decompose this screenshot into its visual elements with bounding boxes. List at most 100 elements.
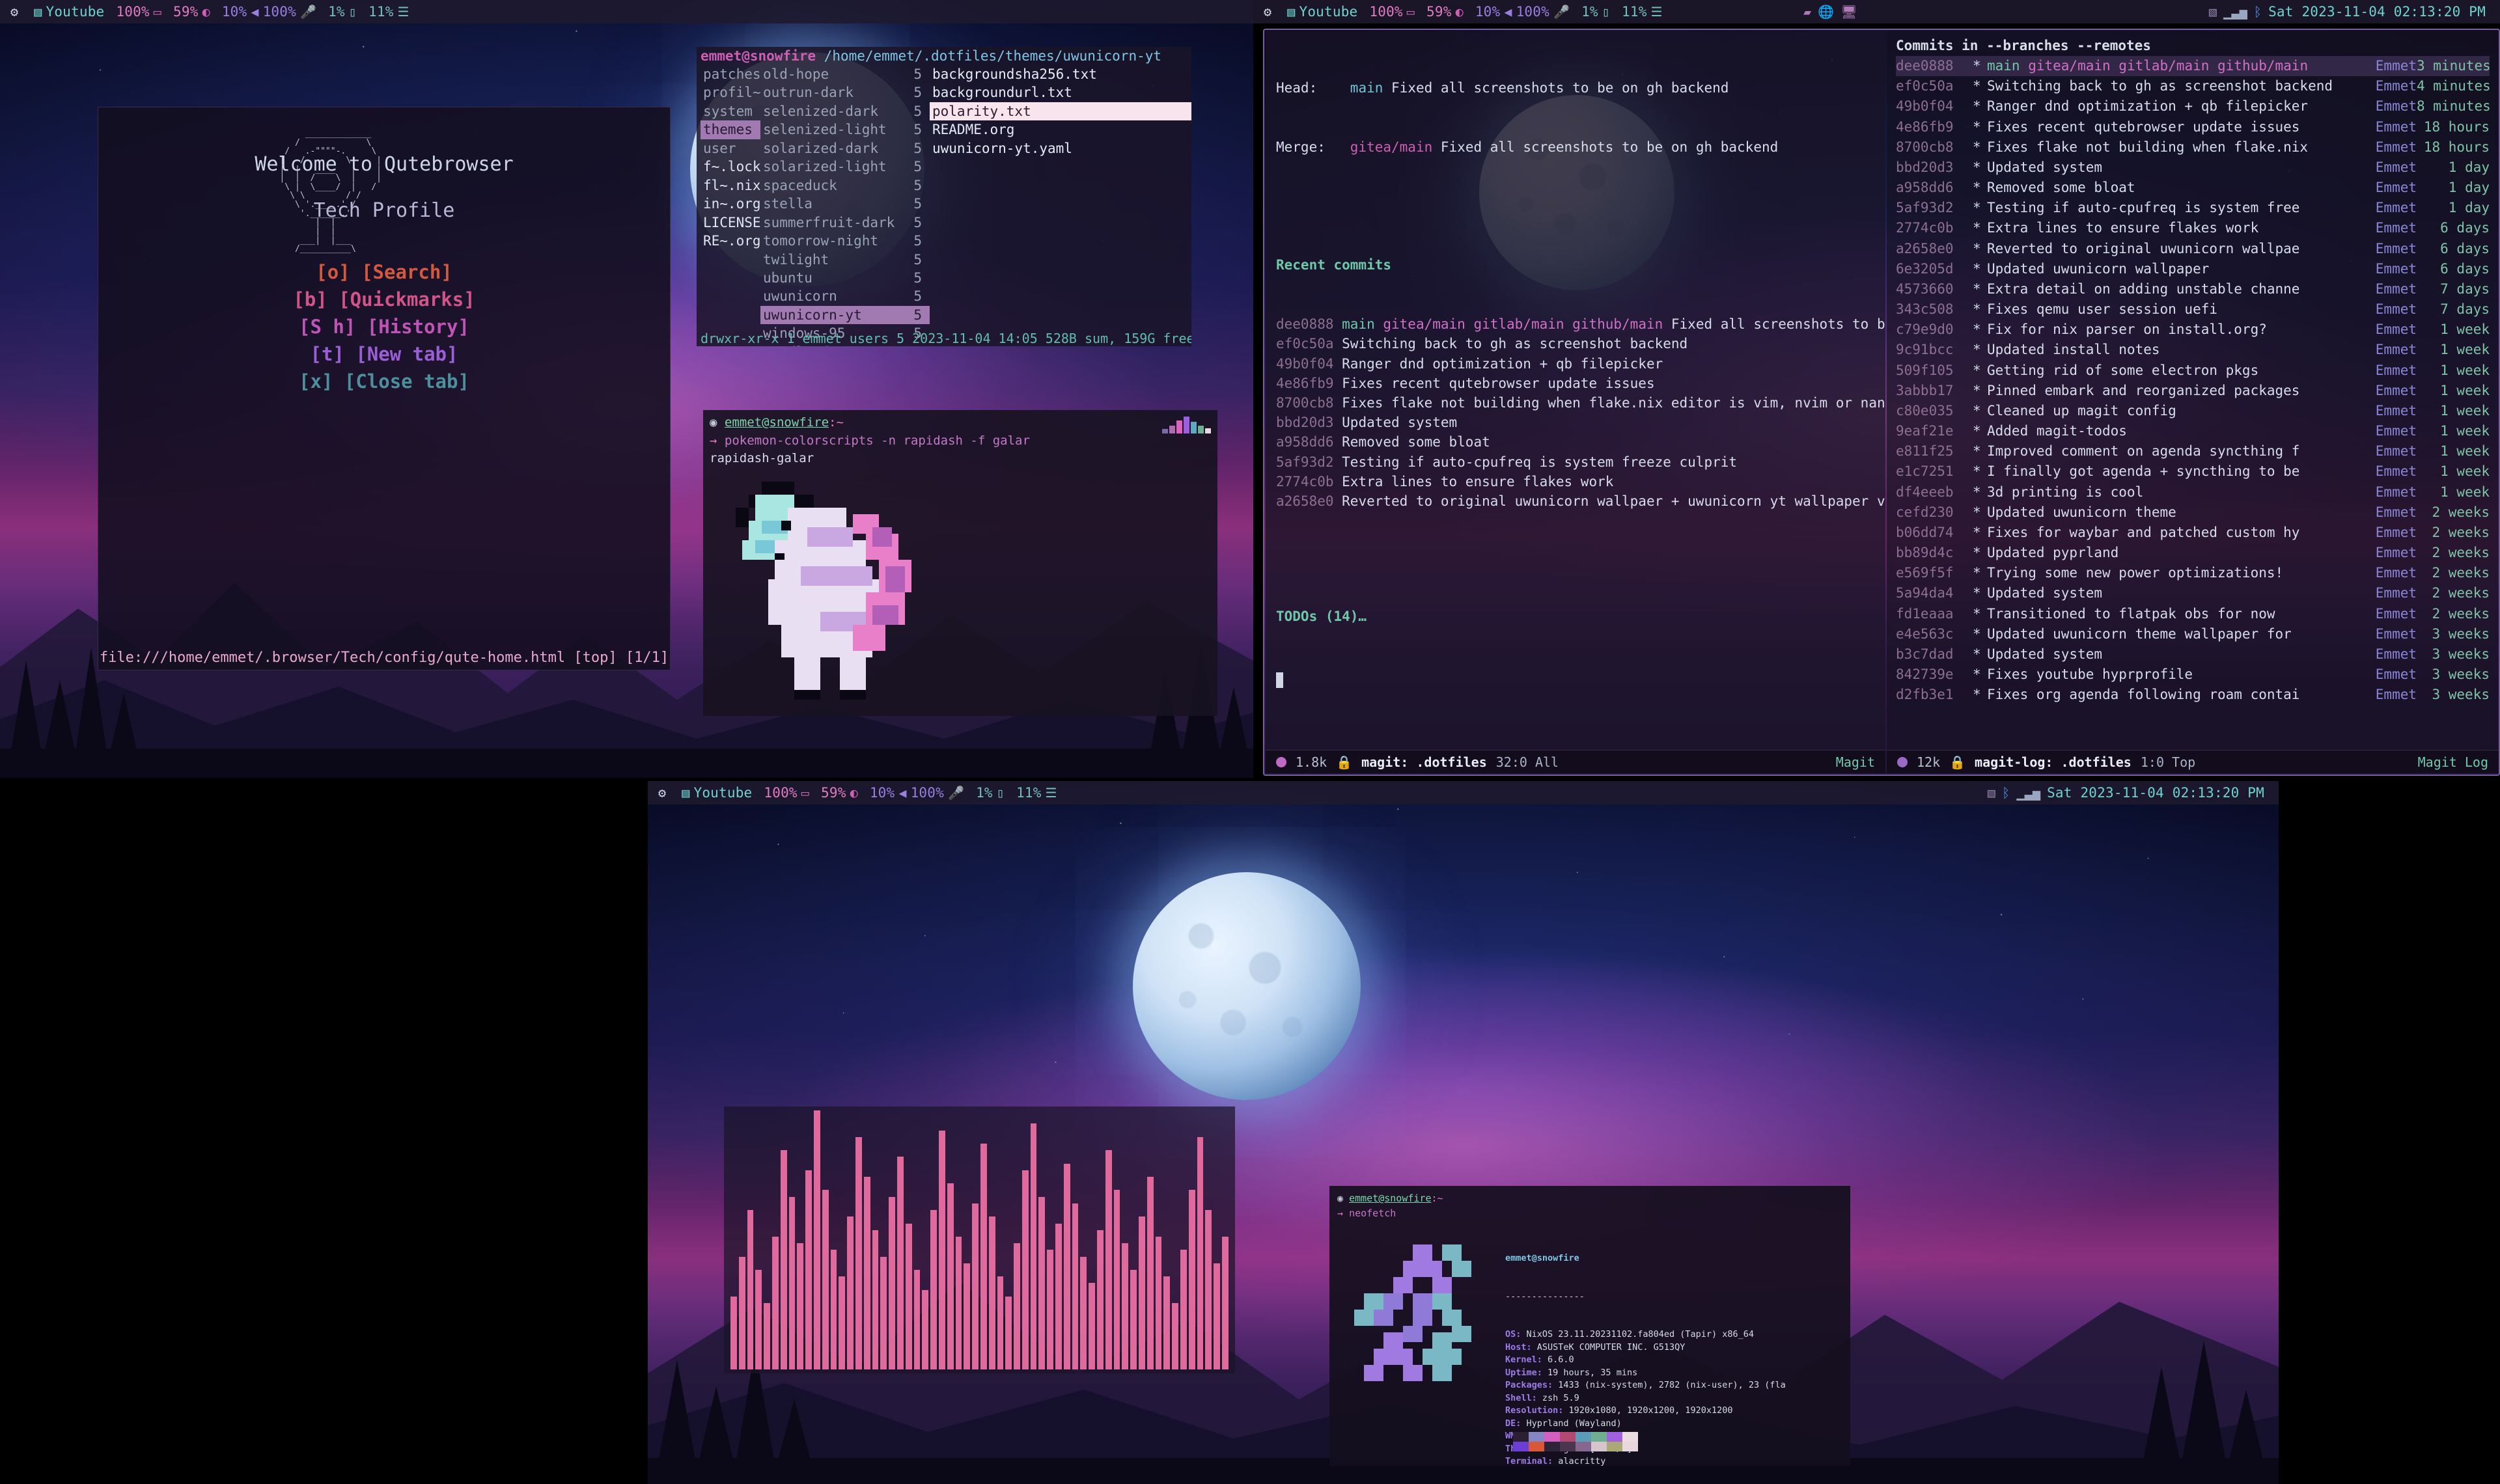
ranger-current-item[interactable]: stella 5 bbox=[760, 195, 930, 213]
ranger-current-item[interactable]: tomorrow-night 5 bbox=[760, 232, 930, 250]
volume-module[interactable]: 10% ◀ bbox=[222, 4, 259, 20]
magit-log-row[interactable]: a958dd6 * Removed some bloat Emmet 1 day bbox=[1896, 178, 2490, 198]
magit-commit-row[interactable]: 2774c0b Extra lines to ensure flakes wor… bbox=[1276, 472, 1875, 491]
magit-log-row[interactable]: e569f5f * Trying some new power optimizati… bbox=[1896, 563, 2490, 583]
clock-3[interactable]: Sat 2023-11-04 02:13:20 PM bbox=[2047, 785, 2264, 801]
volume-module-3[interactable]: 10% ◀ bbox=[870, 785, 907, 801]
magit-log-row[interactable]: a2658e0 * Reverted to original uwunicorn w… bbox=[1896, 239, 2490, 259]
magit-log-row[interactable]: 5a94da4 * Updated system Emmet 2 weeks bbox=[1896, 583, 2490, 603]
magit-log-row[interactable]: 343c508 * Fixes qemu user session uefi Emme… bbox=[1896, 299, 2490, 320]
workspace-module-2[interactable]: ▤ Youtube bbox=[1287, 4, 1357, 20]
magit-log-row[interactable]: 8700cb8 * Fixes flake not building when fl… bbox=[1896, 137, 2490, 158]
microphone-module[interactable]: 100% 🎤 bbox=[263, 4, 316, 20]
microphone-module-3[interactable]: 100% 🎤 bbox=[911, 785, 964, 801]
magit-log-row[interactable]: 4e86fb9 * Fixes recent qutebrowser update … bbox=[1896, 117, 2490, 137]
magit-log-row[interactable]: 9c91bcc * Updated install notes Emmet 1 week bbox=[1896, 340, 2490, 360]
ranger-file-manager[interactable]: emmet@snowfire /home/emmet/.dotfiles/the… bbox=[697, 47, 1191, 346]
ranger-preview-item[interactable]: README.org bbox=[930, 120, 1191, 139]
magit-log-row[interactable]: 509f105 * Getting rid of some electron pkg… bbox=[1896, 361, 2490, 381]
magit-log-row[interactable]: 2774c0b * Extra lines to ensure flakes wor… bbox=[1896, 218, 2490, 238]
magit-commit-row[interactable]: a2658e0 Reverted to original uwunicorn w… bbox=[1276, 491, 1885, 511]
brightness-module[interactable]: 100% ▭ bbox=[116, 4, 161, 20]
ranger-current-item[interactable]: spaceduck 5 bbox=[760, 176, 930, 195]
clock-2[interactable]: Sat 2023-11-04 02:13:20 PM bbox=[2268, 4, 2486, 20]
cpu-module-3[interactable]: 1% ▯ bbox=[976, 785, 1005, 801]
globe-icon[interactable]: 🌐 bbox=[1818, 5, 1834, 18]
magit-log-row[interactable]: 842739e * Fixes youtube hyprprofile Emmet 3 … bbox=[1896, 665, 2490, 685]
neofetch-terminal[interactable]: ◉ emmet@snowfire:~ → neofetch emmet@snow… bbox=[1329, 1186, 1850, 1466]
magit-todos-heading[interactable]: TODOs (14)… bbox=[1276, 607, 1875, 626]
battery-tray-icon[interactable]: ▰ bbox=[1803, 5, 1811, 18]
microphone-module-2[interactable]: 100% 🎤 bbox=[1516, 4, 1570, 20]
magit-log-row[interactable]: 9eaf21e * Added magit-todos Emmet 1 week bbox=[1896, 421, 2490, 441]
magit-log-row[interactable]: 3abbb17 * Pinned embark and reorganized pa… bbox=[1896, 381, 2490, 401]
cava-audio-visualizer[interactable] bbox=[724, 1106, 1235, 1373]
magit-log-row[interactable]: c79e9d0 * Fix for nix parser on install.or… bbox=[1896, 320, 2490, 340]
ranger-parent-column[interactable]: patches profil~ system themes user f~.lock fl~… bbox=[701, 65, 761, 346]
magit-log-pane[interactable]: Commits in --branches --remotes dee0888 *… bbox=[1887, 31, 2499, 773]
magit-log-row[interactable]: 4573660 * Extra detail on adding unstable … bbox=[1896, 279, 2490, 299]
magit-log-row[interactable]: e811f25 * Improved comment on agenda synct… bbox=[1896, 441, 2490, 461]
ranger-parent-item[interactable]: system bbox=[701, 102, 760, 120]
ranger-preview-item[interactable]: polarity.txt bbox=[930, 102, 1191, 121]
magit-log-row[interactable]: bbd20d3 * Updated system Emmet 1 day bbox=[1896, 158, 2490, 178]
brightness-module-3[interactable]: 100% ▭ bbox=[764, 785, 809, 801]
cpu-module-2[interactable]: 1% ▯ bbox=[1581, 4, 1610, 20]
no-notification-icon[interactable]: ▧ bbox=[2209, 5, 2217, 18]
ranger-parent-item[interactable]: patches bbox=[701, 65, 761, 83]
magit-log-row[interactable]: d2fb3e1 * Fixes org agenda following roam … bbox=[1896, 685, 2490, 705]
bluetooth-icon-3[interactable]: ᛒ bbox=[2002, 786, 2010, 799]
magit-log-row[interactable]: df4eeeb * 3d printing is cool Emmet 1 week bbox=[1896, 482, 2490, 502]
qute-shortcut-1[interactable]: [b] [Quickmarks] bbox=[293, 288, 475, 310]
ranger-preview-column[interactable]: backgroundsha256.txt backgroundurl.txt pol… bbox=[930, 65, 1191, 346]
cpu-module[interactable]: 1% ▯ bbox=[328, 4, 357, 20]
magit-log-row[interactable]: e4e563c * Updated uwunicorn theme wallpape… bbox=[1896, 624, 2490, 644]
magit-commit-list[interactable]: dee0888 main gitea/main gitlab/main gith… bbox=[1276, 314, 1885, 511]
monitor-icon[interactable]: 🖥 bbox=[1840, 5, 1857, 18]
magit-log-row[interactable]: c80e035 * Cleaned up magit config Emmet 1 we… bbox=[1896, 401, 2490, 421]
magit-log-row[interactable]: dee0888 * main gitea/main gitlab/main gith… bbox=[1896, 56, 2491, 77]
qute-shortcut-4[interactable]: [x] [Close tab] bbox=[299, 370, 469, 392]
ranger-current-item[interactable]: solarized-dark 5 bbox=[760, 139, 930, 158]
workspace-module-3[interactable]: ▤ Youtube bbox=[682, 785, 752, 801]
battery-module-2[interactable]: 59% ◐ bbox=[1426, 4, 1464, 20]
memory-module-3[interactable]: 11% ☰ bbox=[1016, 785, 1057, 801]
qute-shortcut-3[interactable]: [t] [New tab] bbox=[311, 343, 458, 365]
magit-log-row[interactable]: 6e3205d * Updated uwunicorn wallpaper Emmet… bbox=[1896, 259, 2490, 279]
memory-module[interactable]: 11% ☰ bbox=[368, 4, 410, 20]
ranger-preview-item[interactable]: backgroundsha256.txt bbox=[930, 65, 1191, 83]
ranger-parent-item[interactable]: f~.lock bbox=[701, 158, 761, 176]
ranger-current-item[interactable]: selenized-dark 5 bbox=[760, 102, 930, 120]
qute-shortcut-2[interactable]: [S h] [History] bbox=[299, 316, 469, 338]
ranger-current-item[interactable]: solarized-light 5 bbox=[760, 158, 930, 176]
ranger-parent-item[interactable]: LICENSE bbox=[701, 213, 761, 232]
ranger-current-item[interactable]: ubuntu 5 bbox=[760, 269, 930, 287]
magit-commit-row[interactable]: a958dd6 Removed some bloat bbox=[1276, 432, 1875, 452]
magit-log-row[interactable]: b06dd74 * Fixes for waybar and patched cus… bbox=[1896, 523, 2490, 543]
magit-log-row[interactable]: cefd230 * Updated uwunicorn theme Emmet 2 we… bbox=[1896, 502, 2490, 523]
magit-commit-row[interactable]: 5af93d2 Testing if auto-cpufreq is syste… bbox=[1276, 452, 1875, 472]
magit-status-pane[interactable]: Head: main Fixed all screenshots to be o… bbox=[1266, 31, 1885, 773]
wifi-icon-3[interactable]: ▁▃▅ bbox=[2016, 786, 2040, 799]
qute-shortcut-0[interactable]: [o] [Search] bbox=[316, 261, 452, 283]
magit-commit-row[interactable]: ef0c50a Switching back to gh as screensh… bbox=[1276, 334, 1875, 353]
ranger-preview-item[interactable]: backgroundurl.txt bbox=[930, 83, 1191, 102]
magit-log-row[interactable]: 5af93d2 * Testing if auto-cpufreq is syste… bbox=[1896, 198, 2490, 218]
ranger-current-item[interactable]: twilight 5 bbox=[760, 251, 930, 269]
magit-log-row[interactable]: bb89d4c * Updated pyprland Emmet 2 weeks bbox=[1896, 543, 2490, 563]
magit-commit-row[interactable]: 49b0f04 Ranger dnd optimization + qb fil… bbox=[1276, 354, 1875, 374]
ranger-parent-item[interactable]: user bbox=[701, 139, 760, 158]
ranger-current-item[interactable]: selenized-light 5 bbox=[760, 120, 930, 139]
ranger-current-item[interactable]: outrun-dark 5 bbox=[760, 83, 930, 102]
magit-log-rows[interactable]: dee0888 * main gitea/main gitlab/main gith… bbox=[1896, 56, 2491, 706]
bluetooth-icon[interactable]: ᛒ bbox=[2254, 5, 2262, 18]
magit-log-row[interactable]: e1c7251 * I finally got agenda + syncthing… bbox=[1896, 461, 2490, 482]
settings-gear-icon-2[interactable]: ⚙ bbox=[1264, 5, 1271, 18]
ranger-preview-item[interactable]: uwunicorn-yt.yaml bbox=[930, 139, 1191, 158]
settings-gear-icon-3[interactable]: ⚙ bbox=[658, 786, 666, 799]
no-notification-icon-3[interactable]: ▧ bbox=[1988, 786, 1995, 799]
ranger-current-column[interactable]: old-hope 5 outrun-dark 5 selenized-dark 5 sele… bbox=[760, 65, 930, 346]
workspace-module[interactable]: ▤ Youtube bbox=[34, 4, 104, 20]
ranger-parent-item[interactable]: in~.org bbox=[701, 195, 761, 213]
ranger-current-item[interactable]: old-hope 5 bbox=[760, 65, 930, 83]
